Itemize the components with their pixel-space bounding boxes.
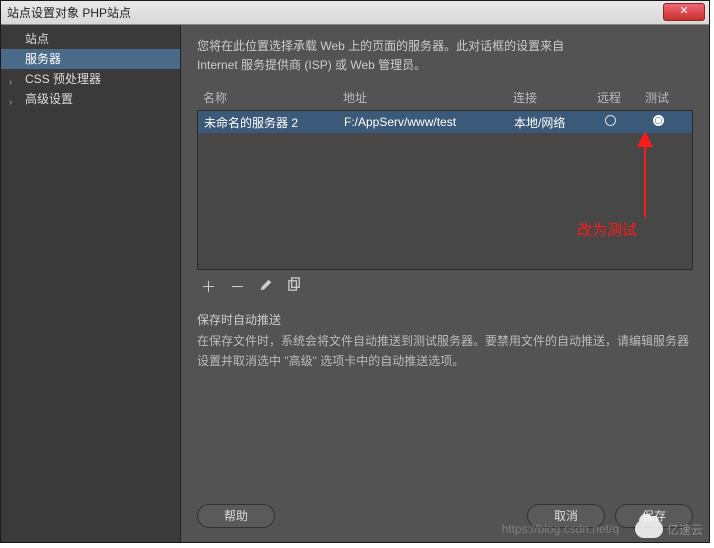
titlebar: 站点设置对象 PHP站点 ✕	[1, 1, 709, 25]
sidebar-item-advanced[interactable]: › 高级设置	[1, 89, 180, 109]
cell-conn: 本地/网络	[514, 114, 586, 131]
watermark-brand: 亿速云	[667, 521, 703, 538]
sidebar-item-css-preproc[interactable]: › CSS 预处理器	[1, 69, 180, 89]
close-button[interactable]: ✕	[663, 3, 705, 21]
intro-text: 您将在此位置选择承载 Web 上的页面的服务器。此对话框的设置来自 Intern…	[197, 37, 693, 75]
col-header-name: 名称	[203, 89, 343, 106]
sidebar-item-label: 高级设置	[25, 92, 73, 106]
add-server-button[interactable]: ＋	[201, 276, 216, 297]
table-row[interactable]: 未命名的服务器 2 F:/AppServ/www/test 本地/网络	[198, 111, 692, 133]
cloud-icon	[635, 520, 663, 538]
sidebar-item-label: 站点	[25, 32, 49, 46]
server-table-body[interactable]: 未命名的服务器 2 F:/AppServ/www/test 本地/网络	[197, 110, 693, 270]
sidebar-item-label: CSS 预处理器	[25, 72, 101, 86]
cell-name: 未命名的服务器 2	[204, 114, 344, 131]
col-header-addr: 地址	[343, 89, 513, 106]
watermark: 亿速云	[635, 520, 703, 538]
cell-addr: F:/AppServ/www/test	[344, 115, 514, 129]
server-table-header: 名称 地址 连接 远程 测试	[197, 85, 693, 110]
intro-line1: 您将在此位置选择承载 Web 上的页面的服务器。此对话框的设置来自	[197, 39, 564, 53]
radio-off-icon	[605, 115, 616, 126]
pencil-icon	[259, 278, 273, 292]
dialog-title: 站点设置对象 PHP站点	[7, 4, 131, 21]
edit-server-button[interactable]	[259, 278, 273, 296]
col-header-remote: 远程	[585, 89, 633, 106]
sidebar-item-site[interactable]: 站点	[1, 29, 180, 49]
radio-on-icon	[653, 115, 664, 126]
auto-push-desc: 在保存文件时，系统会将文件自动推送到测试服务器。要禁用文件的自动推送，请编辑服务…	[197, 332, 693, 370]
duplicate-icon	[287, 277, 302, 292]
main-panel: 您将在此位置选择承载 Web 上的页面的服务器。此对话框的设置来自 Intern…	[181, 25, 709, 542]
cell-remote-radio[interactable]	[586, 115, 634, 129]
duplicate-server-button[interactable]	[287, 277, 302, 296]
auto-push-title: 保存时自动推送	[197, 311, 693, 328]
remove-server-button[interactable]: －	[230, 276, 245, 297]
sidebar: 站点 服务器 › CSS 预处理器 › 高级设置	[1, 25, 181, 542]
col-header-test: 测试	[633, 89, 681, 106]
intro-line2: Internet 服务提供商 (ISP) 或 Web 管理员。	[197, 58, 426, 72]
col-header-conn: 连接	[513, 89, 585, 106]
cell-test-radio[interactable]	[634, 115, 682, 129]
chevron-right-icon: ›	[9, 93, 12, 113]
sidebar-item-servers[interactable]: 服务器	[1, 49, 180, 69]
server-toolbar: ＋ －	[197, 270, 693, 303]
watermark-url: https://blog.csdn.net/q	[502, 522, 619, 536]
help-button[interactable]: 帮助	[197, 504, 275, 528]
site-settings-dialog: 站点设置对象 PHP站点 ✕ 站点 服务器 › CSS 预处理器 › 高级设置 …	[0, 0, 710, 543]
sidebar-item-label: 服务器	[25, 52, 61, 66]
